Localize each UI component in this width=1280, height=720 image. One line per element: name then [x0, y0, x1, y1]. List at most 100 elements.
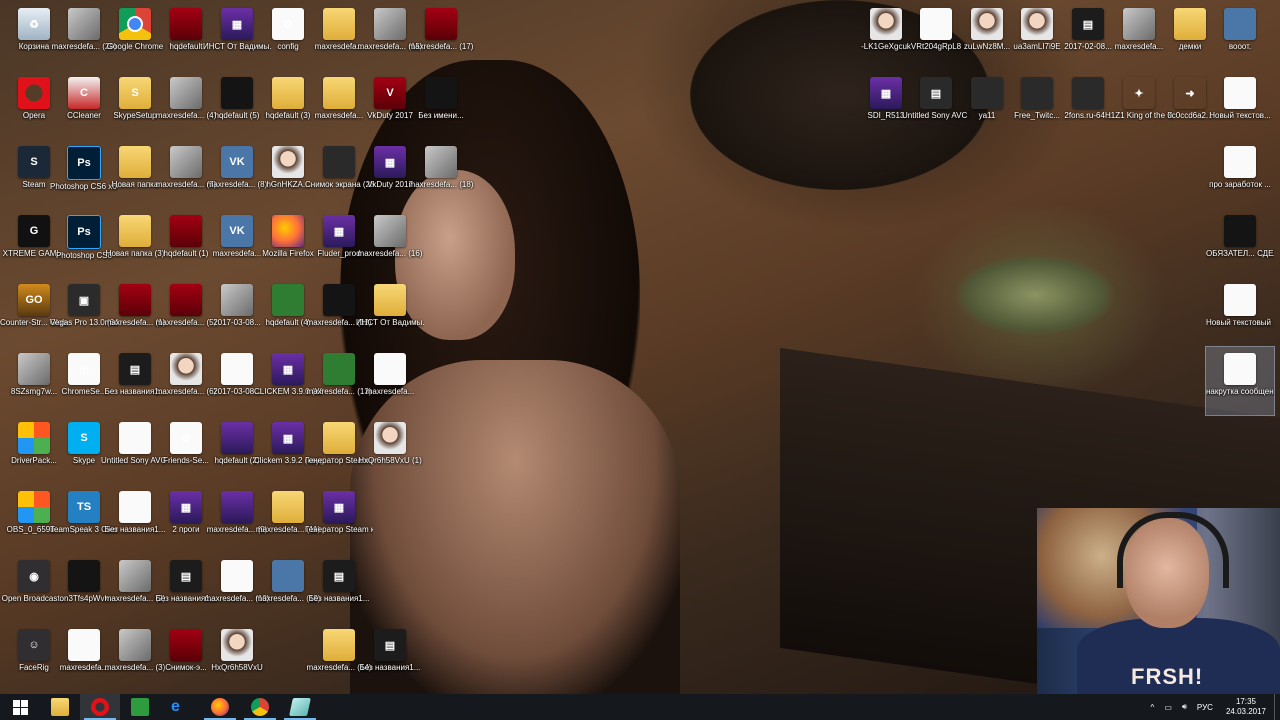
desktop-icon[interactable]: maxresdefa... [356, 347, 424, 415]
folder-icon [323, 422, 355, 454]
desktop-icon[interactable]: maxresdefa... (17) [407, 2, 475, 70]
winrar-archive-icon: ▦ [272, 422, 304, 454]
desktop-icon[interactable]: Без имени... [407, 71, 475, 139]
winrar-archive-icon: ▦ [323, 215, 355, 247]
image-thumbnail-icon [18, 353, 50, 385]
video-file-icon: ▤ [1072, 8, 1104, 40]
desktop-icon[interactable]: Новый текстов... [1206, 71, 1274, 139]
winrar-archive-icon: ▦ [323, 491, 355, 523]
desktop-icon[interactable]: ▤ Без названия1... [305, 554, 373, 622]
desktop-icon[interactable]: вооот. [1206, 2, 1274, 70]
taskbar-opera[interactable] [80, 694, 120, 720]
webcam-overlay: FRSH! [1037, 508, 1280, 694]
image-thumbnail-icon [1224, 8, 1256, 40]
desktop-icon[interactable]: ИНСТ От Вадимы... [356, 278, 424, 346]
desktop-icon-label: вооот. [1228, 42, 1252, 51]
taskbar-app[interactable] [280, 694, 320, 720]
image-thumbnail-icon [272, 560, 304, 592]
folder-icon [1174, 8, 1206, 40]
image-thumbnail-icon [374, 353, 406, 385]
photoshop-icon: Ps [67, 215, 101, 249]
taskbar-store[interactable] [120, 694, 160, 720]
vkduty-icon: V [374, 77, 406, 109]
desktop-icon-label: накрутка сообщений [1206, 387, 1274, 396]
desktop-icon-label: Без названия1... [359, 663, 421, 672]
friends-setup-icon: ⚙ [170, 422, 202, 454]
firefox-icon [272, 215, 304, 247]
taskbar: e ^ ▭ 🔊︎ РУС 17:35 24.03.2017 [0, 694, 1280, 720]
desktop-icon[interactable]: ОБЯЗАТЕЛ... СДЕЛАТЬ ... [1206, 209, 1274, 277]
image-thumbnail-icon [1224, 215, 1256, 247]
taskbar-edge[interactable]: e [160, 694, 200, 720]
image-thumbnail-icon [272, 284, 304, 316]
show-desktop-button[interactable] [1274, 694, 1280, 720]
desktop-icon[interactable]: HxQr6h58VxU (1) [356, 416, 424, 484]
text-file-icon [221, 353, 253, 385]
winrar-archive-icon: ▦ [374, 146, 406, 178]
video-file-icon: ▤ [323, 560, 355, 592]
folder-icon [119, 146, 151, 178]
image-thumbnail-icon [920, 8, 952, 40]
image-thumbnail-icon [170, 353, 202, 385]
image-thumbnail-icon [221, 560, 253, 592]
ccleaner-icon: C [68, 77, 100, 109]
desktop-icon-label: Новый текстовый ... [1206, 318, 1274, 327]
desktop-icon-label: Без имени... [418, 111, 464, 120]
folder-icon [51, 698, 69, 716]
desktop-icon[interactable]: накрутка сообщений [1205, 346, 1275, 416]
desktop-icon[interactable]: maxresdefa... (18) [407, 140, 475, 208]
desktop-icon[interactable]: HxQr6h58VxU [203, 623, 271, 691]
image-thumbnail-icon [221, 77, 253, 109]
image-thumbnail-icon [221, 284, 253, 316]
video-file-icon: ▤ [119, 353, 151, 385]
image-thumbnail-icon [221, 422, 253, 454]
image-thumbnail-icon: VK [221, 215, 253, 247]
taskbar-firefox[interactable] [200, 694, 240, 720]
video-file-icon: ▤ [920, 77, 952, 109]
image-thumbnail-icon [374, 422, 406, 454]
desktop-icon-label: HxQr6h58VxU (1) [358, 456, 422, 465]
image-thumbnail-icon [323, 77, 355, 109]
clock-time: 17:35 [1235, 697, 1256, 706]
desktop-icon[interactable]: ▤ Без названия1... [356, 623, 424, 691]
desktop-icon-label: HxQr6h58VxU [211, 663, 263, 672]
text-file-icon [1224, 353, 1256, 385]
image-thumbnail-icon [323, 8, 355, 40]
image-thumbnail-icon [374, 8, 406, 40]
image-thumbnail-icon [272, 491, 304, 523]
config-file-icon: ⚙ [272, 8, 304, 40]
image-thumbnail-icon [323, 284, 355, 316]
image-thumbnail-icon [971, 77, 1003, 109]
desktop-icon-label: maxresdefa... (16) [357, 249, 423, 258]
winrar-archive-icon: ▦ [272, 353, 304, 385]
start-button[interactable] [0, 694, 40, 720]
desktop-icon[interactable]: Новый текстовый ... [1206, 278, 1274, 346]
teamspeak-icon: TS [68, 491, 100, 523]
image-thumbnail-icon [170, 77, 202, 109]
folder-zip-icon [374, 284, 406, 316]
desktop-icon[interactable]: ▦ Генератор Steam клю... [305, 485, 373, 553]
opera-icon [91, 698, 109, 716]
chrome-icon [119, 8, 151, 40]
desktop-icon-label: Без названия1... [308, 594, 370, 603]
volume-icon[interactable]: 🔊︎ [1177, 702, 1192, 712]
taskbar-chrome[interactable] [240, 694, 280, 720]
clock[interactable]: 17:35 24.03.2017 [1218, 697, 1274, 717]
image-thumbnail-icon [170, 146, 202, 178]
csgo-icon: GO [18, 284, 50, 316]
network-icon[interactable]: ▭ [1159, 703, 1177, 712]
language-indicator[interactable]: РУС [1192, 703, 1218, 712]
skype-icon: S [68, 422, 100, 454]
system-tray: ^ ▭ 🔊︎ РУС 17:35 24.03.2017 [1146, 694, 1280, 720]
opera-icon [18, 77, 50, 109]
image-thumbnail-icon [272, 77, 304, 109]
desktop-icon-label: Новый текстов... [1209, 111, 1271, 120]
file-icon [1021, 77, 1053, 109]
steam-icon: S [18, 146, 50, 178]
taskbar-file-explorer[interactable] [40, 694, 80, 720]
desktop-icon[interactable]: maxresdefa... (16) [356, 209, 424, 277]
image-thumbnail-icon [170, 284, 202, 316]
desktop-icon[interactable]: про заработок ... [1206, 140, 1274, 208]
tray-expand-icon[interactable]: ^ [1146, 703, 1160, 712]
image-thumbnail-icon [425, 146, 457, 178]
